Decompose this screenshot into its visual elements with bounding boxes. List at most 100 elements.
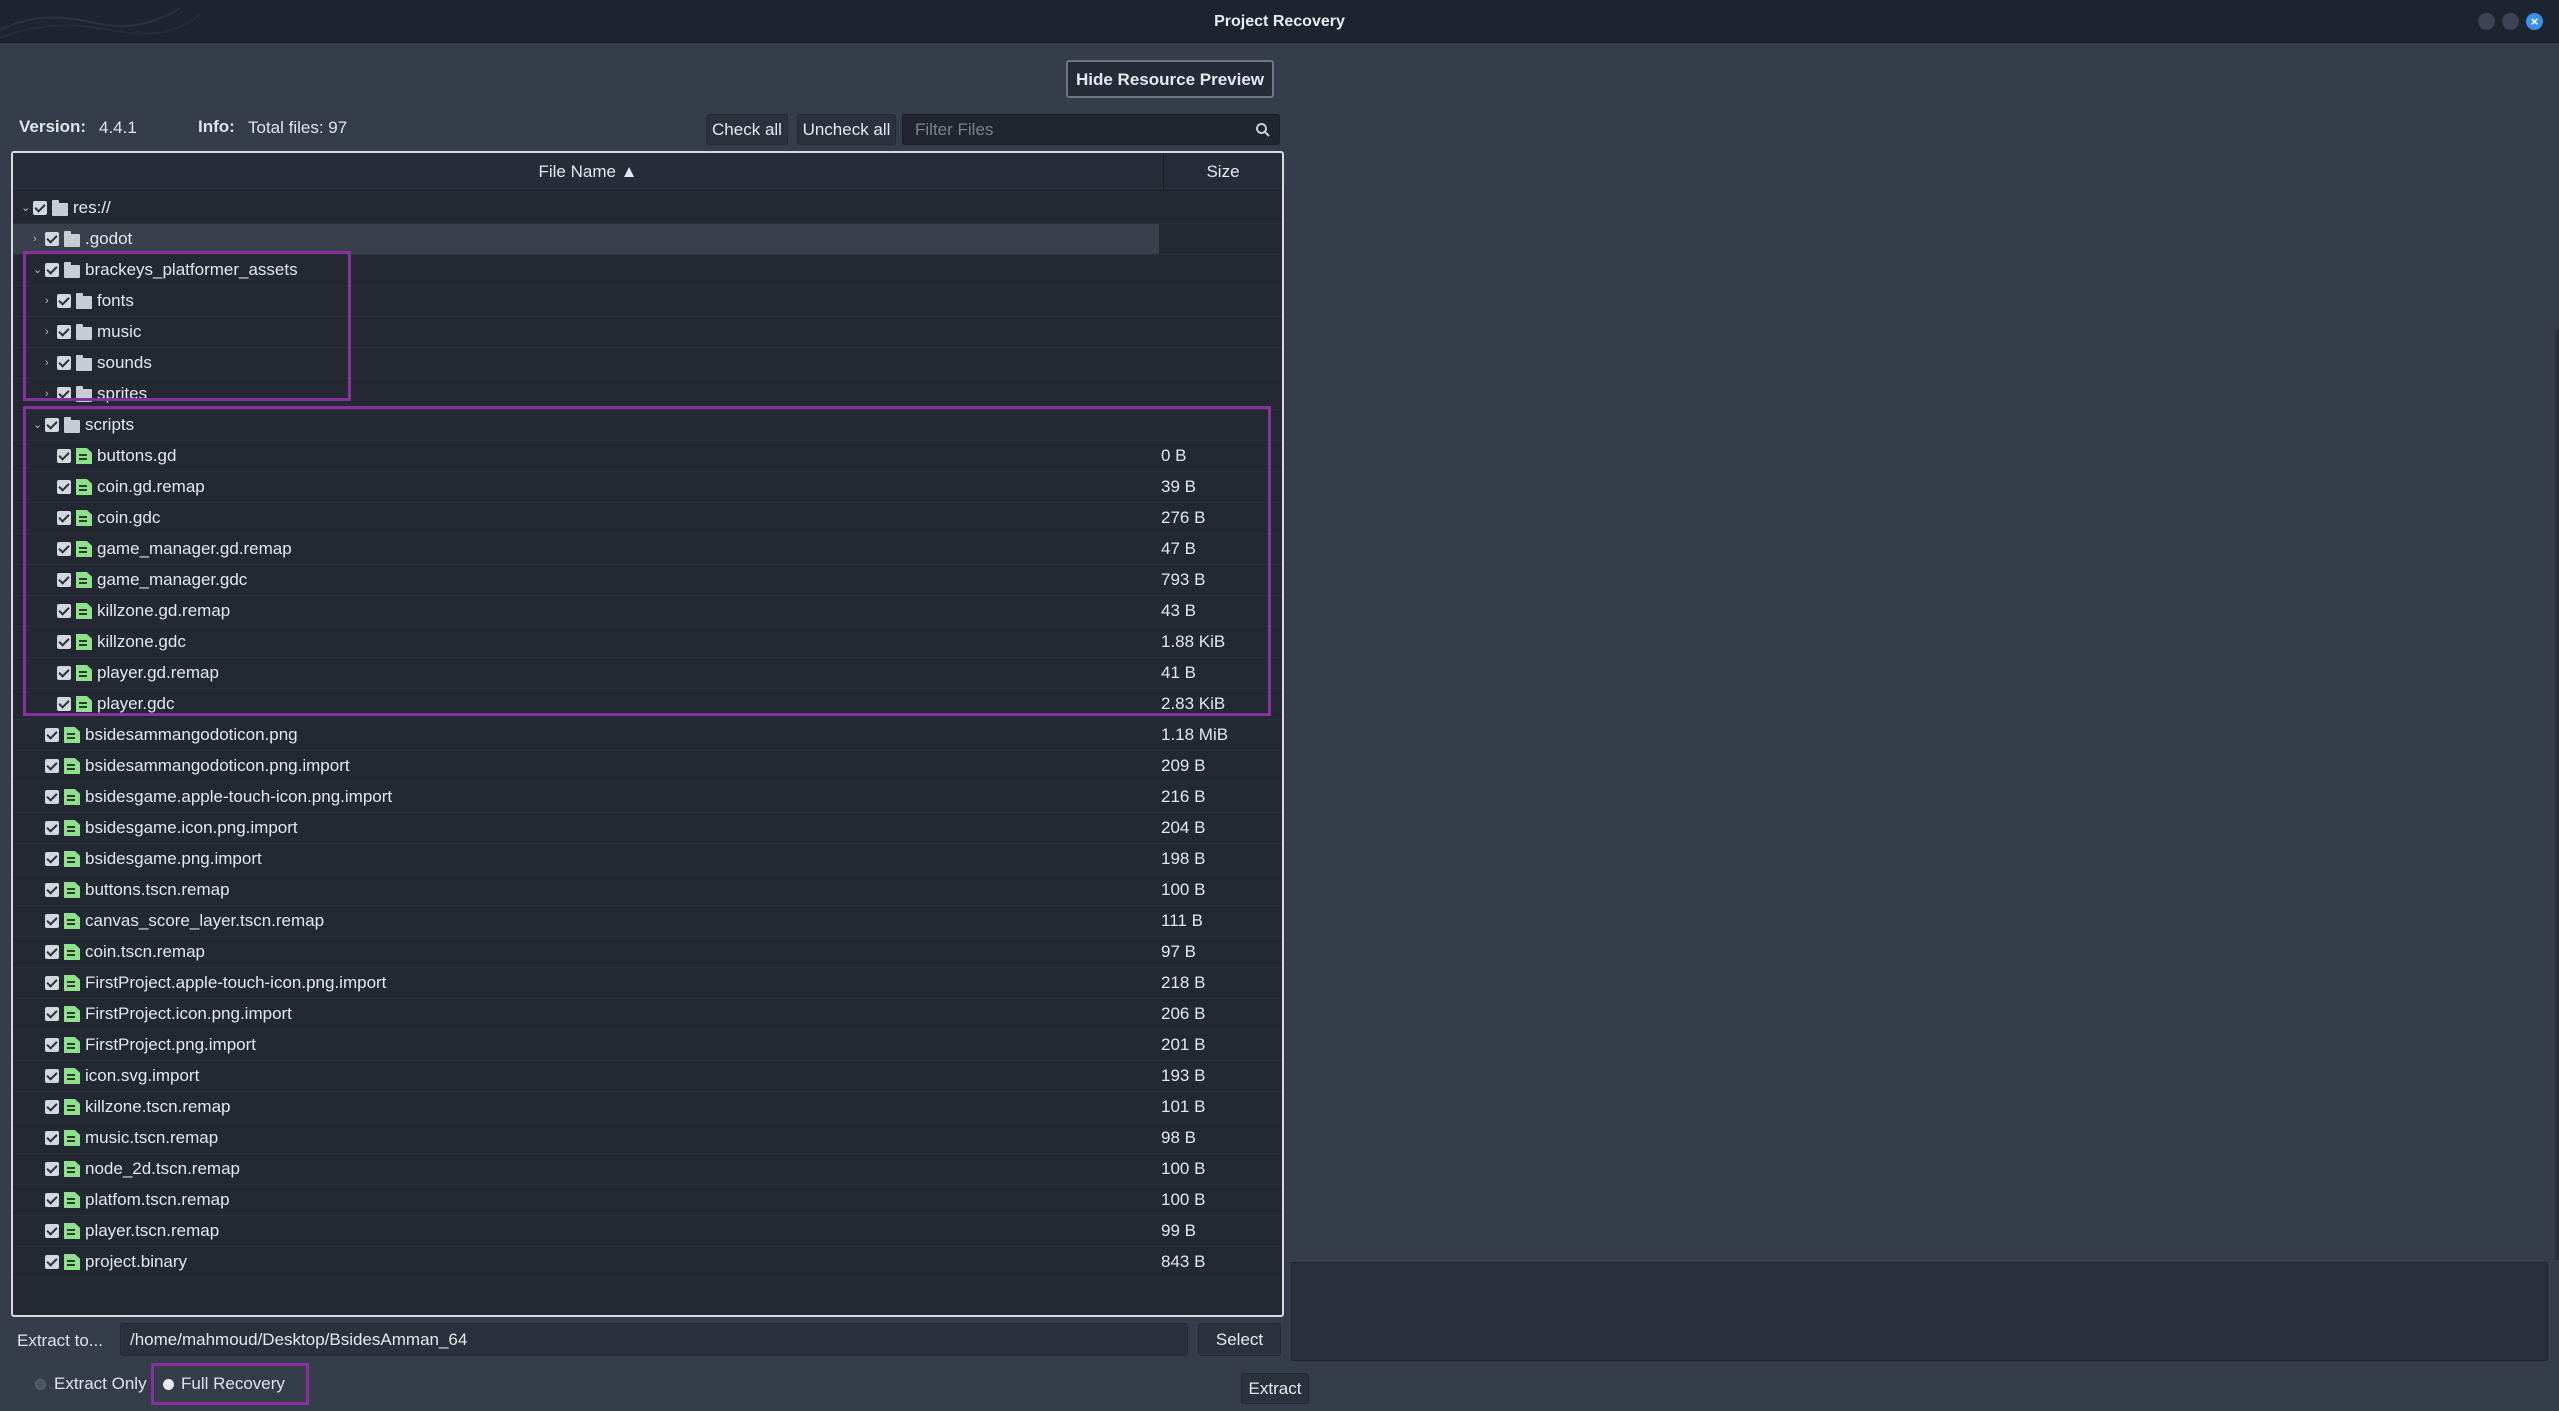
file-icon (64, 1068, 80, 1084)
row-checkbox[interactable] (57, 697, 71, 711)
collapse-arrow-icon[interactable]: ⌄ (33, 418, 43, 432)
row-checkbox[interactable] (45, 1224, 59, 1238)
folder-row[interactable]: › sounds (13, 348, 1282, 379)
row-checkbox[interactable] (45, 976, 59, 990)
row-checkbox[interactable] (45, 1255, 59, 1269)
row-checkbox[interactable] (57, 294, 71, 308)
row-checkbox[interactable] (57, 449, 71, 463)
folder-row[interactable]: ⌄ scripts (13, 410, 1282, 441)
file-row[interactable]: FirstProject.apple-touch-icon.png.import… (13, 968, 1282, 999)
folder-row[interactable]: › .godot (13, 224, 1282, 255)
expand-arrow-icon[interactable]: › (45, 356, 55, 370)
file-row[interactable]: bsidesgame.png.import 198 B (13, 844, 1282, 875)
file-row[interactable]: player.tscn.remap 99 B (13, 1216, 1282, 1247)
folder-row[interactable]: › music (13, 317, 1282, 348)
expand-arrow-icon[interactable]: › (45, 387, 55, 401)
select-button[interactable]: Select (1198, 1323, 1281, 1356)
extract-path-field[interactable]: /home/mahmoud/Desktop/BsidesAmman_64 (120, 1323, 1188, 1356)
filter-files-input[interactable]: Filter Files (902, 114, 1280, 145)
row-checkbox[interactable] (57, 480, 71, 494)
file-row[interactable]: icon.svg.import 193 B (13, 1061, 1282, 1092)
close-button[interactable]: × (2526, 13, 2543, 30)
file-row[interactable]: bsidesammangodoticon.png 1.18 MiB (13, 720, 1282, 751)
maximize-button[interactable] (2502, 13, 2519, 30)
file-row[interactable]: buttons.gd 0 B (13, 441, 1282, 472)
uncheck-all-button[interactable]: Uncheck all (797, 114, 896, 145)
extract-only-radio[interactable] (35, 1379, 46, 1390)
folder-row[interactable]: › fonts (13, 286, 1282, 317)
file-row[interactable]: game_manager.gd.remap 47 B (13, 534, 1282, 565)
expand-arrow-icon[interactable]: › (45, 294, 55, 308)
file-row[interactable]: coin.tscn.remap 97 B (13, 937, 1282, 968)
folder-row[interactable]: ⌄ brackeys_platformer_assets (13, 255, 1282, 286)
filter-placeholder: Filter Files (915, 120, 994, 139)
window-title: Project Recovery (1214, 13, 1345, 30)
extract-only-label[interactable]: Extract Only (54, 1374, 147, 1394)
row-checkbox[interactable] (45, 232, 59, 246)
row-checkbox[interactable] (57, 573, 71, 587)
file-row[interactable]: project.binary 843 B (13, 1247, 1282, 1278)
file-row[interactable]: node_2d.tscn.remap 100 B (13, 1154, 1282, 1185)
folder-row[interactable]: › sprites (13, 379, 1282, 410)
row-checkbox[interactable] (45, 1131, 59, 1145)
check-all-button[interactable]: Check all (706, 114, 788, 145)
minimize-button[interactable] (2478, 13, 2495, 30)
row-checkbox[interactable] (57, 387, 71, 401)
row-checkbox[interactable] (45, 1007, 59, 1021)
row-checkbox[interactable] (45, 1069, 59, 1083)
column-file-name[interactable]: File Name ▲ (13, 153, 1163, 191)
row-checkbox[interactable] (57, 356, 71, 370)
row-checkbox[interactable] (45, 263, 59, 277)
file-row[interactable]: killzone.tscn.remap 101 B (13, 1092, 1282, 1123)
preview-scrollbar[interactable] (2555, 330, 2559, 1260)
full-recovery-label[interactable]: Full Recovery (181, 1374, 285, 1394)
row-checkbox[interactable] (45, 821, 59, 835)
folder-row[interactable]: ⌄ res:// (13, 193, 1282, 224)
file-row[interactable]: player.gdc 2.83 KiB (13, 689, 1282, 720)
expand-arrow-icon[interactable]: › (45, 325, 55, 339)
row-checkbox[interactable] (57, 666, 71, 680)
file-row[interactable]: music.tscn.remap 98 B (13, 1123, 1282, 1154)
file-row[interactable]: coin.gdc 276 B (13, 503, 1282, 534)
hide-resource-preview-button[interactable]: Hide Resource Preview (1066, 60, 1274, 98)
file-row[interactable]: bsidesammangodoticon.png.import 209 B (13, 751, 1282, 782)
file-row[interactable]: FirstProject.png.import 201 B (13, 1030, 1282, 1061)
row-checkbox[interactable] (57, 635, 71, 649)
expand-arrow-icon[interactable]: › (33, 232, 43, 246)
row-checkbox[interactable] (45, 759, 59, 773)
file-tree[interactable]: File Name ▲ Size ⌄ res:// › .godot ⌄ brackeys… (11, 151, 1284, 1317)
row-name: killzone.gd.remap (97, 601, 231, 620)
file-row[interactable]: player.gd.remap 41 B (13, 658, 1282, 689)
row-checkbox[interactable] (45, 1100, 59, 1114)
file-row[interactable]: canvas_score_layer.tscn.remap 111 B (13, 906, 1282, 937)
collapse-arrow-icon[interactable]: ⌄ (33, 263, 43, 277)
row-checkbox[interactable] (45, 1038, 59, 1052)
collapse-arrow-icon[interactable]: ⌄ (21, 201, 31, 215)
column-size[interactable]: Size (1163, 153, 1282, 191)
file-row[interactable]: killzone.gdc 1.88 KiB (13, 627, 1282, 658)
file-row[interactable]: platfom.tscn.remap 100 B (13, 1185, 1282, 1216)
file-row[interactable]: game_manager.gdc 793 B (13, 565, 1282, 596)
row-checkbox[interactable] (45, 914, 59, 928)
row-checkbox[interactable] (45, 945, 59, 959)
file-row[interactable]: bsidesgame.apple-touch-icon.png.import 21… (13, 782, 1282, 813)
row-checkbox[interactable] (45, 728, 59, 742)
row-checkbox[interactable] (45, 418, 59, 432)
row-checkbox[interactable] (57, 542, 71, 556)
row-checkbox[interactable] (57, 325, 71, 339)
file-row[interactable]: bsidesgame.icon.png.import 204 B (13, 813, 1282, 844)
row-checkbox[interactable] (45, 852, 59, 866)
row-checkbox[interactable] (45, 1193, 59, 1207)
extract-button[interactable]: Extract (1241, 1373, 1309, 1404)
row-checkbox[interactable] (45, 1162, 59, 1176)
full-recovery-radio[interactable] (163, 1379, 174, 1390)
row-checkbox[interactable] (57, 604, 71, 618)
row-checkbox[interactable] (57, 511, 71, 525)
row-checkbox[interactable] (45, 883, 59, 897)
file-row[interactable]: FirstProject.icon.png.import 206 B (13, 999, 1282, 1030)
file-row[interactable]: killzone.gd.remap 43 B (13, 596, 1282, 627)
row-checkbox[interactable] (33, 201, 47, 215)
row-checkbox[interactable] (45, 790, 59, 804)
file-row[interactable]: coin.gd.remap 39 B (13, 472, 1282, 503)
file-row[interactable]: buttons.tscn.remap 100 B (13, 875, 1282, 906)
